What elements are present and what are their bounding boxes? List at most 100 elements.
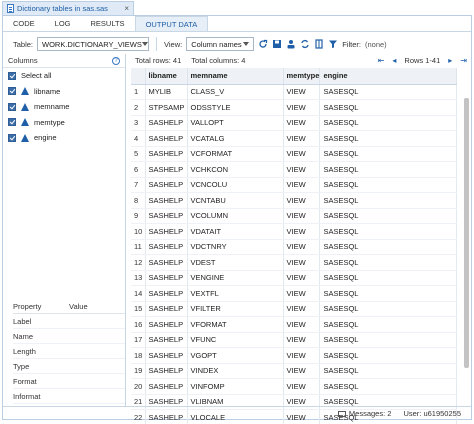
table-cell: VFILTER <box>187 301 284 317</box>
user-icon[interactable] <box>286 39 296 49</box>
table-cell: VIEW <box>283 177 321 193</box>
row-number-cell: 5 <box>131 146 146 162</box>
table-row[interactable]: 17 SASHELP VFUNC VIEW SASESQL <box>131 332 457 348</box>
table-row[interactable]: 10 SASHELP VDATAIT VIEW SASESQL <box>131 223 457 240</box>
table-cell: SASHELP <box>145 270 188 286</box>
property-header: Property <box>13 301 42 311</box>
column-header-engine[interactable]: engine <box>319 68 457 85</box>
tab-output-data[interactable]: OUTPUT DATA <box>134 16 209 31</box>
row-number-cell: 13 <box>131 270 146 286</box>
table-row[interactable]: 1 MYLIB CLASS_V VIEW SASESQL <box>131 84 457 100</box>
row-number-header <box>131 68 146 85</box>
column-item-libname[interactable]: libname <box>3 84 125 100</box>
table-cell: VCNTABU <box>187 192 284 209</box>
table-cell: VIEW <box>283 316 321 333</box>
save-icon[interactable] <box>272 39 282 49</box>
program-file-icon <box>7 4 14 13</box>
table-header-row: libname memname memtype engine <box>131 68 457 85</box>
table-row[interactable]: 6 SASHELP VCHKCON VIEW SASESQL <box>131 161 457 178</box>
total-columns: Total columns: 4 <box>191 56 246 65</box>
column-item-memtype[interactable]: memtype <box>3 115 125 131</box>
table-row[interactable]: 8 SASHELP VCNTABU VIEW SASESQL <box>131 192 457 209</box>
table-cell: SASHELP <box>145 161 188 178</box>
first-page-icon[interactable]: ⇤ <box>378 56 385 65</box>
table-row[interactable]: 5 SASHELP VCFORMAT VIEW SASESQL <box>131 146 457 162</box>
row-number-cell: 16 <box>131 316 146 333</box>
table-cell: SASHELP <box>145 146 188 162</box>
table-row[interactable]: 9 SASHELP VCOLUMN VIEW SASESQL <box>131 208 457 224</box>
table-cell: SASESQL <box>319 301 457 317</box>
tab-results[interactable]: RESULTS <box>81 16 135 31</box>
table-cell: VIEW <box>283 84 321 100</box>
table-cell: SASESQL <box>319 239 457 255</box>
last-page-icon[interactable]: ⇥ <box>460 56 467 65</box>
close-icon[interactable]: × <box>124 4 129 13</box>
messages-count: Messages: 2 <box>348 408 392 418</box>
table-cell: VIEW <box>283 223 321 240</box>
table-cell: SASESQL <box>319 347 457 364</box>
messages-status[interactable]: Messages: 2 <box>337 408 392 418</box>
table-cell: VINFOMP <box>187 378 284 395</box>
table-row[interactable]: 4 SASHELP VCATALG VIEW SASESQL <box>131 130 457 147</box>
row-number-cell: 17 <box>131 332 146 348</box>
column-item-memname[interactable]: memname <box>3 99 125 115</box>
column-checkbox[interactable] <box>8 133 16 142</box>
table-row[interactable]: 14 SASHELP VEXTFL VIEW SASESQL <box>131 285 457 302</box>
chevron-down-icon <box>141 42 148 46</box>
columns-title: Columns <box>8 56 38 65</box>
table-row[interactable]: 11 SASHELP VDCTNRY VIEW SASESQL <box>131 239 457 255</box>
refresh-icon[interactable] <box>258 39 268 49</box>
select-all-row[interactable]: Select all <box>3 68 125 84</box>
column-item-engine[interactable]: engine <box>3 130 125 146</box>
table-row[interactable]: 13 SASHELP VENGINE VIEW SASESQL <box>131 270 457 286</box>
table-row[interactable]: 3 SASHELP VALLOPT VIEW SASESQL <box>131 115 457 131</box>
column-header-memname[interactable]: memname <box>187 68 284 85</box>
property-name: Informat <box>13 391 41 401</box>
table-cell: SASHELP <box>145 332 188 348</box>
next-page-icon[interactable]: ▸ <box>448 56 452 65</box>
tab-code[interactable]: CODE <box>3 16 45 31</box>
table-row[interactable]: 16 SASHELP VFORMAT VIEW SASESQL <box>131 316 457 333</box>
sync-icon[interactable] <box>300 39 310 49</box>
table-cell: VIEW <box>283 332 321 348</box>
column-name: libname <box>34 86 61 96</box>
tab-log[interactable]: LOG <box>45 16 81 31</box>
data-table: libname memname memtype engine 1 MYLIB CLA… <box>131 68 457 424</box>
filter-icon[interactable] <box>328 39 338 49</box>
view-select[interactable]: Column names <box>186 37 255 51</box>
vertical-scrollbar[interactable] <box>464 98 469 368</box>
property-name: Format <box>13 376 37 386</box>
rows-range: Rows 1-41 <box>404 56 441 65</box>
table-row[interactable]: 18 SASHELP VGOPT VIEW SASESQL <box>131 347 457 364</box>
program-tab[interactable]: Dictionary tables in sas.sas × <box>2 1 134 15</box>
table-row[interactable]: 12 SASHELP VDEST VIEW SASESQL <box>131 254 457 271</box>
table-row[interactable]: 20 SASHELP VINFOMP VIEW SASESQL <box>131 378 457 395</box>
row-number-cell: 15 <box>131 301 146 317</box>
table-row[interactable]: 7 SASHELP VCNCOLU VIEW SASESQL <box>131 177 457 193</box>
table-row[interactable]: 2 STPSAMP ODSSTYLE VIEW SASESQL <box>131 99 457 116</box>
column-name: memtype <box>34 117 65 127</box>
column-header-memtype[interactable]: memtype <box>283 68 321 85</box>
table-row[interactable]: 19 SASHELP VINDEX VIEW SASESQL <box>131 363 457 379</box>
table-cell: SASHELP <box>145 347 188 364</box>
table-cell: VIEW <box>283 270 321 286</box>
property-row: Name <box>13 329 125 344</box>
column-checkbox[interactable] <box>8 118 16 127</box>
property-name: Length <box>13 346 36 356</box>
select-all-checkbox[interactable] <box>8 71 16 80</box>
row-number-cell: 10 <box>131 223 146 240</box>
column-checkbox[interactable] <box>8 87 16 96</box>
output-toolbar: Table: WORK.DICTIONARY_VIEWS View: Colum… <box>3 34 471 54</box>
column-settings-icon[interactable] <box>314 39 324 49</box>
table-cell: SASHELP <box>145 301 188 317</box>
data-grid-area: Total rows: 41 Total columns: 4 ⇤ ◂ Rows… <box>131 54 471 424</box>
table-row[interactable]: 15 SASHELP VFILTER VIEW SASESQL <box>131 301 457 317</box>
column-header-libname[interactable]: libname <box>145 68 188 85</box>
table-select[interactable]: WORK.DICTIONARY_VIEWS <box>37 37 150 51</box>
previous-page-icon[interactable]: ◂ <box>392 56 396 65</box>
help-icon[interactable]: ? <box>112 56 120 65</box>
table-cell: VINDEX <box>187 363 284 379</box>
column-checkbox[interactable] <box>8 102 16 111</box>
table-body: 1 MYLIB CLASS_V VIEW SASESQL 2 STPSAMP ODSSTYLE… <box>131 84 457 424</box>
subtab-bar: CODE LOG RESULTS OUTPUT DATA <box>3 16 471 32</box>
